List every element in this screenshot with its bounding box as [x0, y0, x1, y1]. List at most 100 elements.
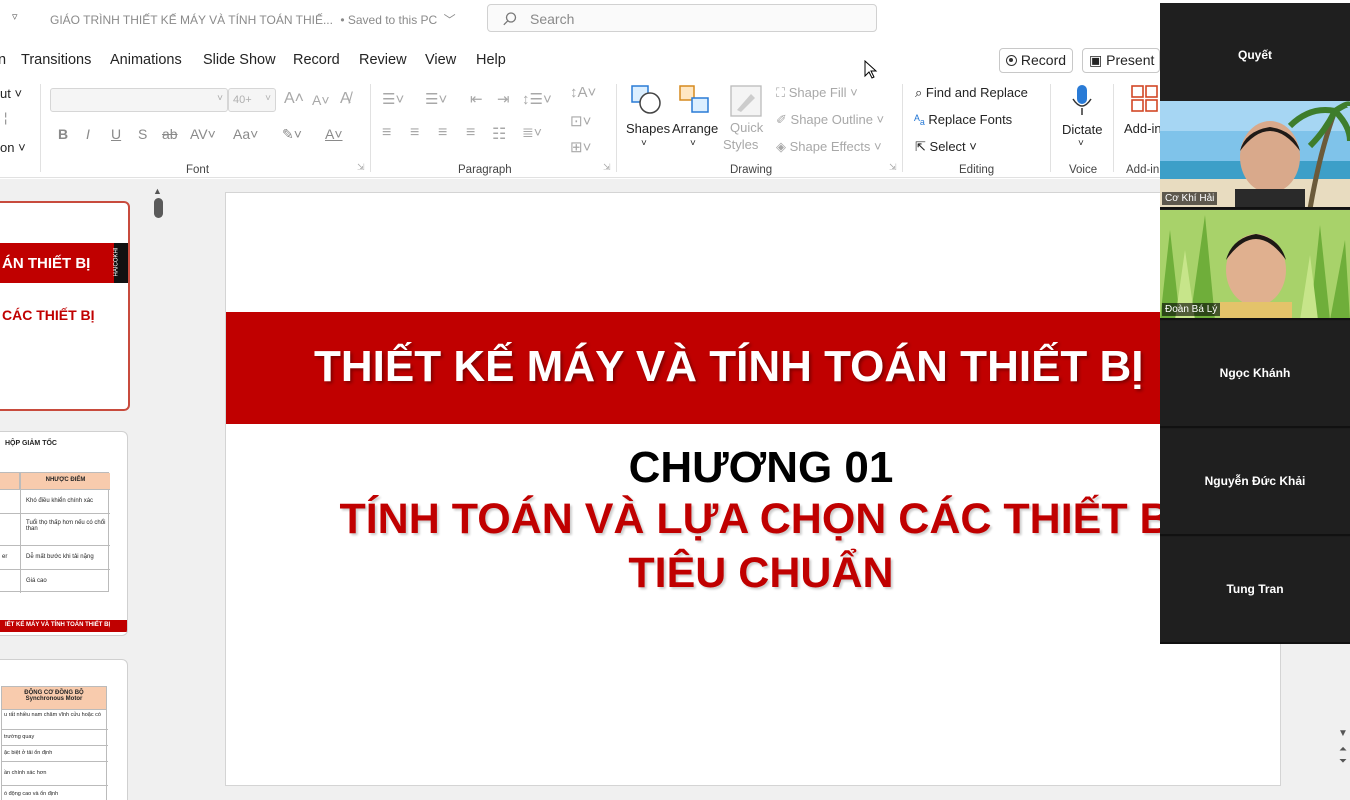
shape-effects-label: Shape Effects	[789, 139, 871, 154]
smartart-icon[interactable]: ⊞˅	[570, 138, 591, 156]
slide-title[interactable]: THIẾT KẾ MÁY VÀ TÍNH TOÁN THIẾT BỊ	[314, 342, 1144, 392]
font-size-input[interactable]: 40+ ˅	[228, 88, 276, 112]
present-button[interactable]: ▣ Present i	[1082, 48, 1160, 73]
participant-name: Ngọc Khánh	[1219, 366, 1291, 380]
record-button[interactable]: Record	[999, 48, 1073, 73]
chevron-down-icon: ﹀	[443, 13, 456, 27]
find-icon: ⌕	[915, 85, 923, 100]
previous-slide-icon[interactable]: ⏶	[1336, 744, 1350, 756]
shapes-button[interactable]	[630, 84, 664, 121]
font-color-icon[interactable]: A˅	[325, 126, 343, 142]
scrollbar-thumb[interactable]	[154, 198, 163, 218]
shape-fill-button[interactable]: ⛶ Shape Fill ˅	[776, 85, 858, 101]
highlight-icon[interactable]: ✎˅	[282, 126, 302, 143]
line-spacing-icon[interactable]: ↕☰˅	[522, 90, 552, 108]
font-dialog-launcher-icon[interactable]: ⇲	[357, 162, 365, 173]
align-text-icon[interactable]: ⊡˅	[570, 112, 591, 130]
align-right-icon[interactable]: ≡	[438, 124, 447, 142]
thumb3-row: u rất nhiều nam châm vĩnh cửu hoặc có	[2, 710, 108, 730]
strikethrough-icon[interactable]: ab	[162, 126, 178, 142]
thumbnails-scrollbar[interactable]	[150, 179, 166, 800]
tab-record[interactable]: Record	[293, 52, 340, 68]
add-in-icon	[1131, 85, 1158, 112]
slide-thumbnail-2[interactable]: HỘP GIẢM TỐC NHƯỢC ĐIỂM Khó điều khiển c…	[0, 431, 128, 636]
shapes-label: Shapes	[626, 121, 671, 136]
participant-tile-video[interactable]: Đoàn Bá Lý	[1160, 210, 1350, 320]
chapter-subtitle-line1[interactable]: TÍNH TOÁN VÀ LỰA CHỌN CÁC THIẾT BỊ	[226, 495, 1280, 544]
thumb3-row: ần chính xác hơn	[2, 762, 108, 786]
tab-view[interactable]: View	[425, 52, 456, 68]
dictate-button[interactable]	[1071, 83, 1093, 122]
replace-fonts-button[interactable]: ᴬₐ Replace Fonts	[914, 112, 1012, 127]
participant-tile[interactable]: Nguyễn Đức Khải	[1160, 429, 1350, 536]
scroll-up-arrow-icon[interactable]: ▲	[153, 186, 162, 196]
scroll-down-icon[interactable]: ▼	[1336, 728, 1350, 740]
thumb3-row: trường quay	[2, 730, 108, 746]
tab-slide-show[interactable]: Slide Show	[203, 52, 276, 68]
cursor-arrow-icon: ⇱	[915, 139, 926, 154]
slide-thumbnail-1[interactable]: ÁN THIẾT BỊ HAICOKHI CÁC THIẾT BỊ	[0, 201, 130, 411]
increase-indent-icon[interactable]: ⇥	[497, 90, 510, 108]
thumb2-row: Dễ mất bước khi tải nặng	[26, 554, 94, 560]
participant-tile[interactable]: Tung Tran	[1160, 537, 1350, 644]
numbering-icon[interactable]: ☰˅	[425, 90, 447, 108]
chapter-subtitle-line2[interactable]: TIÊU CHUẨN	[226, 549, 1280, 598]
bold-icon[interactable]: B	[58, 126, 68, 142]
text-direction-icon[interactable]: ↕A˅	[570, 84, 596, 101]
clear-formatting-icon[interactable]: A̸	[340, 90, 351, 108]
thumb2-row: Giá cao	[26, 578, 47, 584]
align-left-icon[interactable]: ≡	[382, 124, 391, 142]
tab-partial[interactable]: n	[0, 52, 6, 68]
underline-icon[interactable]: U	[111, 126, 121, 142]
paragraph-dialog-launcher-icon[interactable]: ⇲	[603, 162, 611, 173]
search-input[interactable]: Search	[487, 4, 877, 32]
decrease-font-icon[interactable]: A˅	[312, 92, 330, 108]
columns-icon[interactable]: ≣˅	[522, 124, 542, 141]
tab-review[interactable]: Review	[359, 52, 407, 68]
tab-help[interactable]: Help	[476, 52, 506, 68]
quick-styles-button[interactable]	[729, 84, 763, 123]
cut-label: ut	[0, 86, 11, 101]
tab-transitions[interactable]: Transitions	[21, 52, 91, 68]
tab-animations[interactable]: Animations	[110, 52, 182, 68]
add-in-button[interactable]	[1130, 84, 1160, 119]
slide-scroll-controls[interactable]: ▼ ⏶ ⏷	[1336, 728, 1350, 768]
group-separator	[40, 84, 41, 172]
participant-tile-video[interactable]: Cơ Khí Hải	[1160, 101, 1350, 209]
slide-thumbnails-pane[interactable]: ÁN THIẾT BỊ HAICOKHI CÁC THIẾT BỊ HỘP GI…	[0, 179, 150, 800]
select-button[interactable]: ⇱ Select ˅	[915, 139, 977, 155]
chapter-heading[interactable]: CHƯƠNG 01	[226, 443, 1280, 493]
section-button[interactable]: on ˅	[0, 140, 26, 155]
arrange-button[interactable]	[678, 84, 712, 121]
shape-outline-button[interactable]: ✐ Shape Outline ˅	[776, 112, 884, 128]
slide-canvas[interactable]: THIẾT KẾ MÁY VÀ TÍNH TOÁN THIẾT BỊ CHƯƠN…	[225, 192, 1281, 786]
next-slide-icon[interactable]: ⏷	[1336, 756, 1350, 768]
pen-icon: ✐	[776, 112, 787, 127]
thumb2-table: NHƯỢC ĐIỂM Khó điều khiển chính xác Tuổi…	[0, 472, 110, 593]
select-label: Select	[929, 139, 966, 154]
bullets-icon[interactable]: ☰˅	[382, 90, 404, 108]
participant-tile[interactable]: Quyết	[1160, 3, 1350, 110]
thumb2-row: Khó điều khiển chính xác	[26, 498, 94, 504]
document-title[interactable]: GIÁO TRÌNH THIẾT KẾ MÁY VÀ TÍNH TOÁN THI…	[50, 11, 456, 28]
cut-button[interactable]: ut ˅	[0, 86, 22, 101]
drawing-dialog-launcher-icon[interactable]: ⇲	[889, 162, 897, 173]
find-replace-button[interactable]: ⌕ Find and Replace	[915, 85, 1028, 101]
character-spacing-icon[interactable]: AV˅	[190, 126, 216, 142]
participant-tile[interactable]: Ngọc Khánh	[1160, 321, 1350, 428]
italic-icon[interactable]: I	[86, 126, 90, 142]
slide-thumbnail-3[interactable]: ĐỘNG CƠ ĐỒNG BỘ Synchronous Motor u rất …	[0, 659, 128, 800]
justify-icon[interactable]: ≡	[466, 124, 475, 142]
distributed-icon[interactable]: ☷	[492, 124, 506, 144]
font-size-value: 40+	[233, 94, 252, 106]
search-icon	[503, 12, 517, 26]
change-case-icon[interactable]: Aa˅	[233, 126, 258, 142]
align-center-icon[interactable]: ≡	[410, 124, 419, 142]
quick-access-dropdown-icon[interactable]: ▿	[12, 10, 18, 23]
paragraph-group-label: Paragraph	[458, 164, 512, 176]
shadow-icon[interactable]: S	[138, 126, 147, 142]
decrease-indent-icon[interactable]: ⇤	[470, 90, 483, 108]
font-name-input[interactable]: ˅	[50, 88, 228, 112]
shape-effects-button[interactable]: ◈ Shape Effects ˅	[776, 139, 882, 155]
increase-font-icon[interactable]: A˄	[284, 90, 304, 108]
